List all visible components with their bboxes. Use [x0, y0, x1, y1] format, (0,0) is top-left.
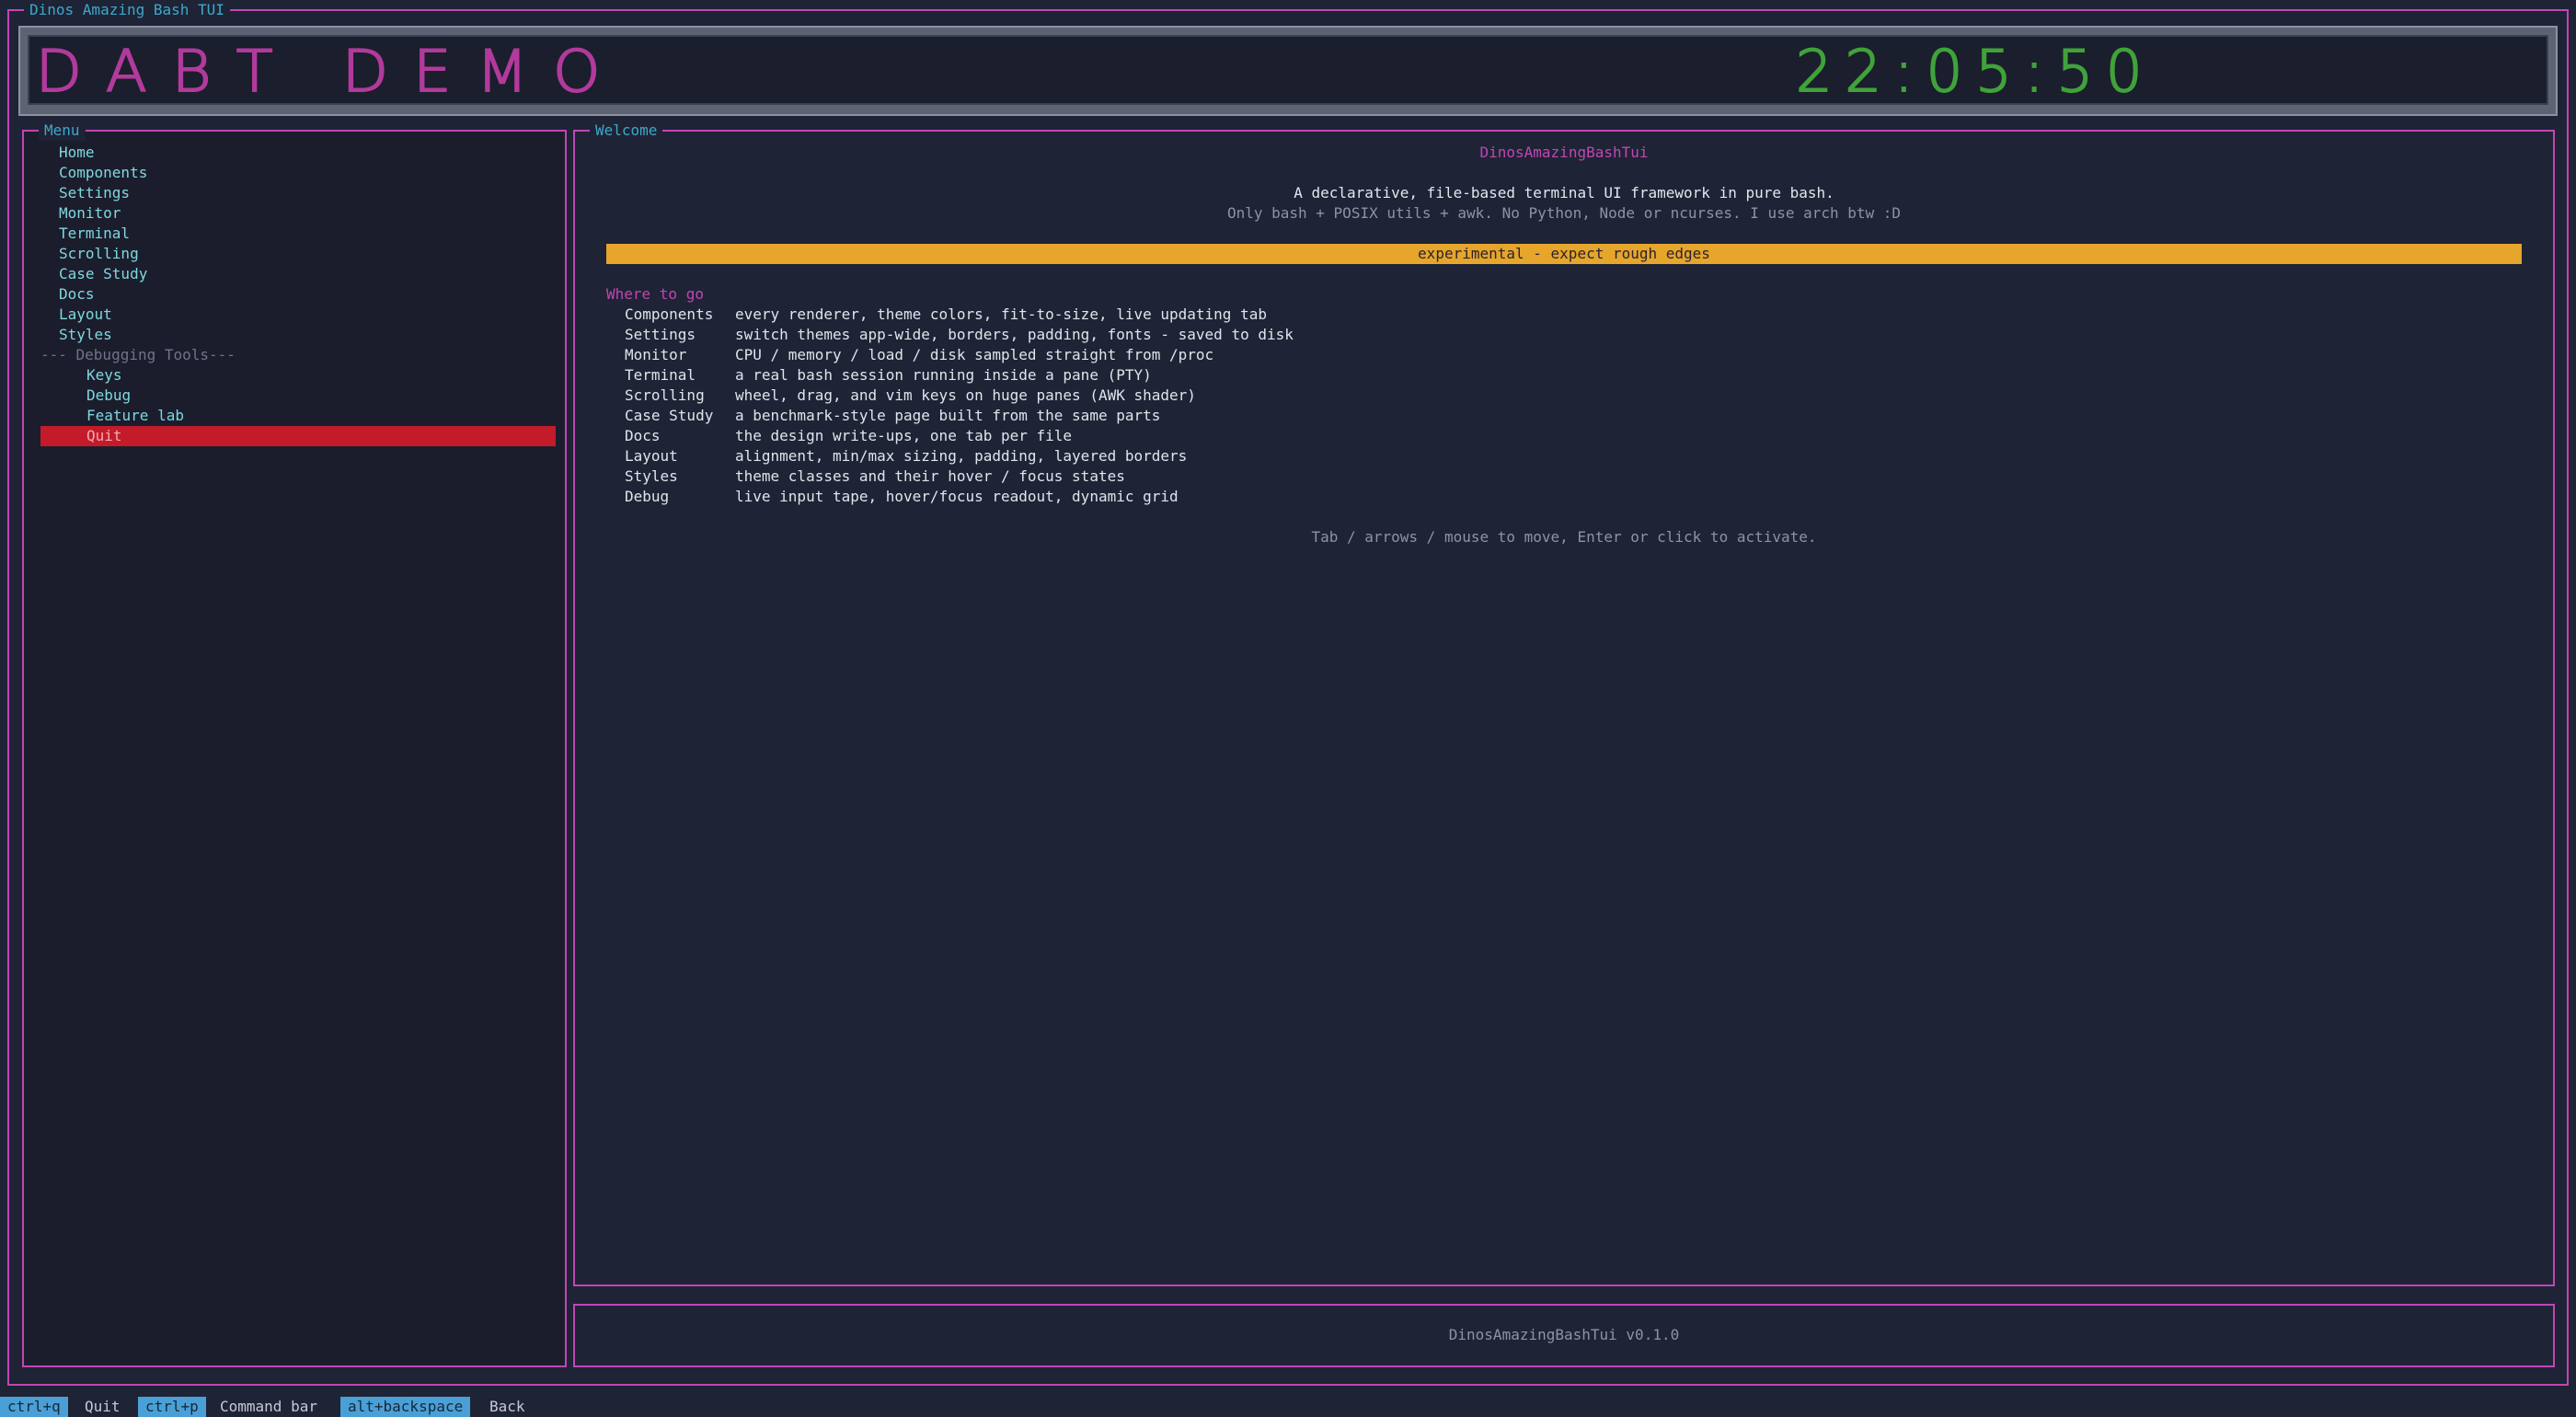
list-item: Components every renderer, theme colors, …	[625, 305, 1267, 323]
status-bar: ctrl+q Quit ctrl+p Command bar alt+backs…	[0, 1397, 2576, 1417]
list-item: Debug live input tape, hover/focus readou…	[625, 488, 1179, 505]
menu-item-terminal[interactable]: Terminal	[40, 224, 556, 244]
menu-item-home[interactable]: Home	[40, 143, 556, 163]
menu-item-components[interactable]: Components	[40, 163, 556, 183]
list-item: Settings switch themes app-wide, borders,…	[625, 326, 1294, 343]
app-title: Dinos Amazing Bash TUI	[24, 0, 230, 20]
list-item: Scrolling wheel, drag, and vim keys on hu…	[625, 386, 1196, 404]
navigation-hint: Tab / arrows / mouse to move, Enter or c…	[1311, 528, 1817, 546]
list-item: Layout alignment, min/max sizing, padding…	[625, 447, 1188, 465]
experimental-banner: experimental - expect rough edges	[606, 244, 2522, 264]
shortcut-label-command-bar[interactable]: Command bar	[220, 1397, 317, 1417]
where-to-go-heading: Where to go	[606, 285, 704, 303]
list-item: Docs the design write-ups, one tab per fi…	[625, 427, 1073, 444]
menu-panel: Menu Home Components Settings Monitor Te…	[22, 121, 567, 1367]
welcome-title: DinosAmazingBashTui	[1479, 144, 1649, 161]
version-label: DinosAmazingBashTui v0.1.0	[1448, 1326, 1680, 1343]
menu-item-quit[interactable]: Quit	[40, 426, 556, 446]
menu-item-scrolling[interactable]: Scrolling	[40, 244, 556, 264]
list-item: Styles theme classes and their hover / fo…	[625, 467, 1125, 485]
menu-item-keys[interactable]: Keys	[40, 365, 556, 386]
version-panel: DinosAmazingBashTui v0.1.0	[573, 1304, 2555, 1367]
menu-item-styles[interactable]: Styles	[40, 325, 556, 345]
menu-item-docs[interactable]: Docs	[40, 284, 556, 305]
shortcut-key-ctrl-p[interactable]: ctrl+p	[138, 1397, 206, 1417]
shortcut-label-quit[interactable]: Quit	[85, 1397, 121, 1417]
clock: 22:05:50	[1795, 37, 2156, 106]
menu-separator-debugging: --- Debugging Tools---	[40, 346, 236, 363]
menu-item-monitor[interactable]: Monitor	[40, 203, 556, 224]
list-item: Case Study a benchmark-style page built f…	[625, 407, 1161, 424]
welcome-panel-title: Welcome	[590, 121, 663, 141]
list-item: Monitor CPU / memory / load / disk sample…	[625, 346, 1214, 363]
menu-item-settings[interactable]: Settings	[40, 183, 556, 203]
menu-item-case-study[interactable]: Case Study	[40, 264, 556, 284]
logo-text: DABT DEMO	[35, 37, 626, 106]
welcome-panel: Welcome DinosAmazingBashTui A declarativ…	[573, 121, 2555, 1286]
shortcut-key-alt-backspace[interactable]: alt+backspace	[340, 1397, 471, 1417]
menu-item-feature-lab[interactable]: Feature lab	[40, 406, 556, 426]
header-display: DABT DEMO 22:05:50	[28, 35, 2548, 106]
welcome-tagline-secondary: Only bash + POSIX utils + awk. No Python…	[1226, 204, 1902, 222]
menu-item-layout[interactable]: Layout	[40, 305, 556, 325]
menu-item-debug[interactable]: Debug	[40, 386, 556, 406]
menu-title: Menu	[39, 121, 86, 141]
list-item: Terminal a real bash session running insi…	[625, 366, 1152, 384]
shortcut-key-ctrl-q[interactable]: ctrl+q	[0, 1397, 68, 1417]
shortcut-label-back[interactable]: Back	[489, 1397, 525, 1417]
welcome-tagline: A declarative, file-based terminal UI fr…	[1294, 184, 1834, 202]
